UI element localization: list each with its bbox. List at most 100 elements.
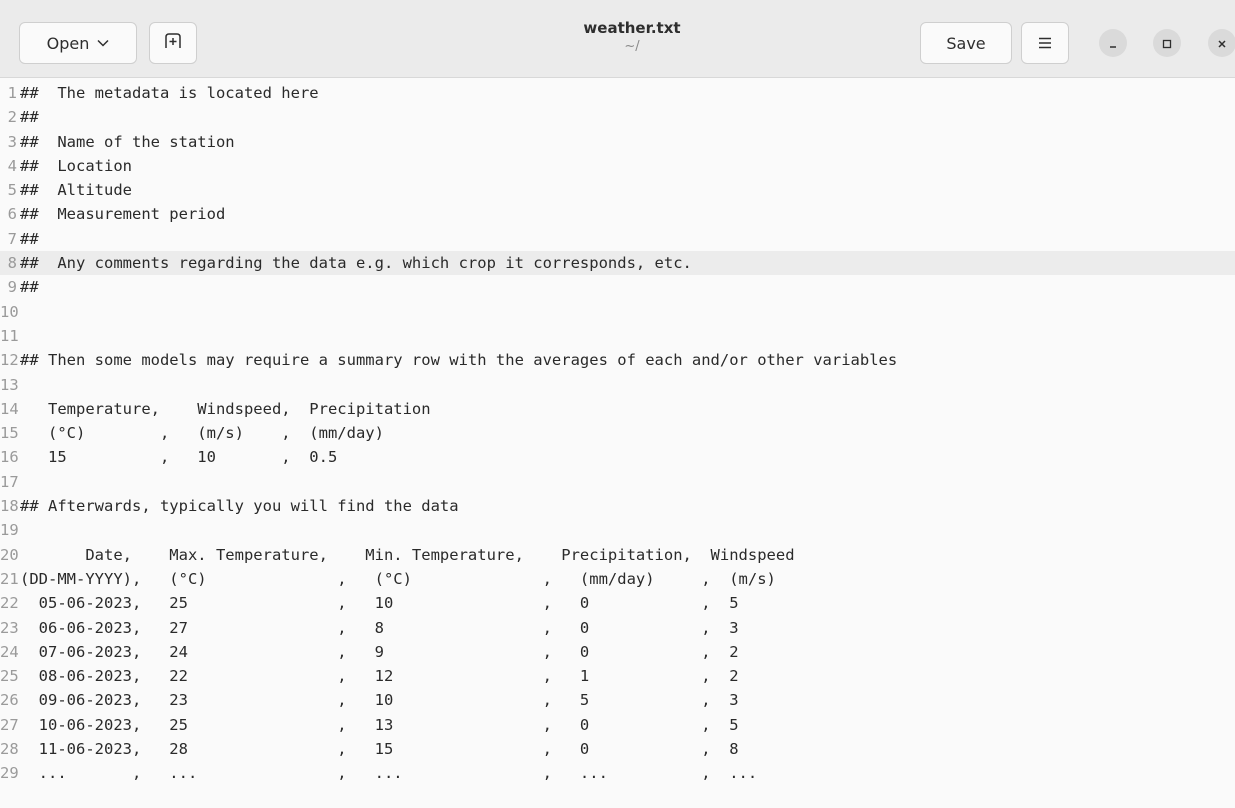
line-number: 23 <box>0 618 19 637</box>
editor-line[interactable]: 18 ## Afterwards, typically you will find… <box>0 494 1235 518</box>
minimize-button[interactable] <box>1099 29 1127 57</box>
line-text: ... , ... , ... , ... , ... <box>20 764 758 783</box>
text-editor-window: Open weather.txt ~/ Save 1 ## The metada… <box>0 0 1235 808</box>
line-number: 16 <box>0 448 19 467</box>
open-button-label: Open <box>46 33 90 53</box>
line-text: ## Measurement period <box>20 205 226 224</box>
line-number: 8 <box>7 254 17 273</box>
line-text: ## Any comments regarding the data e.g. … <box>20 254 692 273</box>
line-number: 20 <box>0 545 19 564</box>
editor-line[interactable]: 16 15 , 10 , 0.5 <box>0 445 1235 469</box>
line-number: 19 <box>0 521 19 540</box>
editor-line[interactable]: 13 <box>0 373 1235 397</box>
open-button[interactable]: Open <box>19 22 137 64</box>
line-number: 29 <box>0 764 19 783</box>
line-number: 26 <box>0 691 19 710</box>
minimize-icon <box>1108 34 1118 53</box>
line-number: 22 <box>0 594 19 613</box>
header-bar: Open weather.txt ~/ Save <box>0 0 1235 78</box>
close-button[interactable] <box>1208 29 1235 57</box>
line-number: 27 <box>0 715 19 734</box>
line-text: 07-06-2023, 24 , 9 , 0 , 2 <box>20 642 739 661</box>
save-button[interactable]: Save <box>920 22 1012 64</box>
editor-line[interactable]: 21 (DD-MM-YYYY), (°C) , (°C) , (mm/day) ,… <box>0 567 1235 591</box>
editor-line[interactable]: 17 <box>0 470 1235 494</box>
editor-line[interactable]: 10 <box>0 300 1235 324</box>
editor-line[interactable]: 25 08-06-2023, 22 , 12 , 1 , 2 <box>0 664 1235 688</box>
text-editor-area[interactable]: 1 ## The metadata is located here 2 ## 3 ## N… <box>0 78 1235 808</box>
line-number: 6 <box>7 205 17 224</box>
editor-line[interactable]: 26 09-06-2023, 23 , 10 , 5 , 3 <box>0 688 1235 712</box>
line-text: 11-06-2023, 28 , 15 , 0 , 8 <box>20 740 739 759</box>
editor-line[interactable]: 15 (°C) , (m/s) , (mm/day) <box>0 421 1235 445</box>
line-number: 3 <box>7 132 17 151</box>
line-text: 05-06-2023, 25 , 10 , 0 , 5 <box>20 594 739 613</box>
editor-line[interactable]: 3 ## Name of the station <box>0 130 1235 154</box>
line-number: 12 <box>0 351 19 370</box>
line-text: ## Altitude <box>20 181 132 200</box>
editor-line[interactable]: 19 <box>0 518 1235 542</box>
new-tab-icon <box>164 33 182 53</box>
line-number: 17 <box>0 472 19 491</box>
line-text: ## <box>20 229 39 248</box>
line-number: 1 <box>7 84 17 102</box>
line-number: 25 <box>0 667 19 686</box>
line-number: 24 <box>0 642 19 661</box>
document-path: ~/ <box>624 39 640 54</box>
maximize-icon <box>1162 34 1172 53</box>
hamburger-menu-icon <box>1038 34 1052 53</box>
document-title: weather.txt <box>583 19 681 37</box>
line-number: 18 <box>0 497 19 516</box>
line-text: 06-06-2023, 27 , 8 , 0 , 3 <box>20 618 739 637</box>
line-number: 9 <box>7 278 17 297</box>
new-document-button[interactable] <box>149 22 197 64</box>
editor-line[interactable]: 20 Date, Max. Temperature, Min. Temperat… <box>0 543 1235 567</box>
line-text: (DD-MM-YYYY), (°C) , (°C) , (mm/day) , (… <box>20 569 776 588</box>
line-text: 09-06-2023, 23 , 10 , 5 , 3 <box>20 691 739 710</box>
maximize-button[interactable] <box>1153 29 1181 57</box>
editor-line[interactable]: 9 ## <box>0 275 1235 299</box>
editor-line[interactable]: 6 ## Measurement period <box>0 202 1235 226</box>
line-text: ## <box>20 108 39 127</box>
editor-line[interactable]: 23 06-06-2023, 27 , 8 , 0 , 3 <box>0 616 1235 640</box>
line-number: 14 <box>0 399 19 418</box>
line-text: 15 , 10 , 0.5 <box>20 448 338 467</box>
editor-line[interactable]: 29 ... , ... , ... , ... , ... <box>0 761 1235 785</box>
line-text: (°C) , (m/s) , (mm/day) <box>20 424 384 443</box>
editor-line[interactable]: 22 05-06-2023, 25 , 10 , 0 , 5 <box>0 591 1235 615</box>
editor-line[interactable]: 27 10-06-2023, 25 , 13 , 0 , 5 <box>0 713 1235 737</box>
line-text: 10-06-2023, 25 , 13 , 0 , 5 <box>20 715 739 734</box>
line-number: 7 <box>7 229 17 248</box>
window-title-block: weather.txt ~/ <box>432 18 832 56</box>
editor-line[interactable]: 5 ## Altitude <box>0 178 1235 202</box>
editor-line[interactable]: 1 ## The metadata is located here <box>0 81 1235 105</box>
line-text: ## Name of the station <box>20 132 235 151</box>
editor-line[interactable]: 2 ## <box>0 105 1235 129</box>
editor-line[interactable]: 8 ## Any comments regarding the data e.g.… <box>0 251 1235 276</box>
editor-line[interactable]: 24 07-06-2023, 24 , 9 , 0 , 2 <box>0 640 1235 664</box>
line-number: 4 <box>7 156 17 175</box>
editor-line[interactable]: 4 ## Location <box>0 154 1235 178</box>
main-menu-button[interactable] <box>1021 22 1069 64</box>
line-number: 15 <box>0 424 19 443</box>
editor-line[interactable]: 14 Temperature, Windspeed, Precipitation <box>0 397 1235 421</box>
line-number: 5 <box>7 181 17 200</box>
close-icon <box>1217 34 1227 53</box>
line-text: Date, Max. Temperature, Min. Temperature… <box>20 545 795 564</box>
editor-line[interactable]: 12 ## Then some models may require a summ… <box>0 348 1235 372</box>
line-text: Temperature, Windspeed, Precipitation <box>20 399 431 418</box>
line-text: ## Afterwards, typically you will find t… <box>20 497 459 516</box>
line-text: ## The metadata is located here <box>20 84 319 102</box>
editor-line[interactable]: 7 ## <box>0 227 1235 251</box>
chevron-down-icon <box>97 39 109 47</box>
line-text: ## Location <box>20 156 132 175</box>
line-number: 28 <box>0 740 19 759</box>
line-number: 2 <box>7 108 17 127</box>
line-text: ## <box>20 278 39 297</box>
editor-line[interactable]: 11 <box>0 324 1235 348</box>
line-number: 11 <box>0 326 19 345</box>
line-text: ## Then some models may require a summar… <box>20 351 898 370</box>
line-number: 21 <box>0 569 19 588</box>
line-number: 13 <box>0 375 19 394</box>
editor-line[interactable]: 28 11-06-2023, 28 , 15 , 0 , 8 <box>0 737 1235 761</box>
